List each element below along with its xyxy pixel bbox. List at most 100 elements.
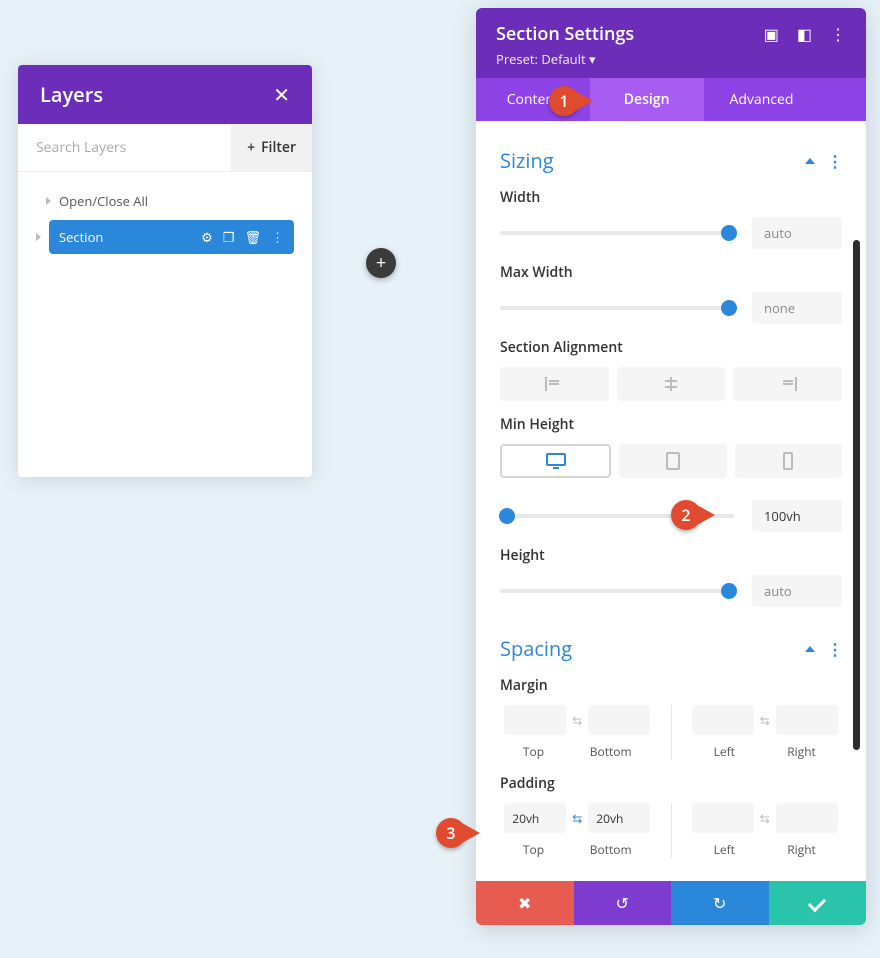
- cancel-button[interactable]: ✖: [476, 881, 574, 925]
- top-label: Top: [523, 841, 544, 858]
- callout-1: 1: [549, 86, 593, 116]
- layers-panel: Layers ✕ Filter Open/Close All Section ⚙…: [18, 65, 312, 477]
- height-input[interactable]: auto: [752, 575, 842, 607]
- align-center-button[interactable]: [617, 367, 726, 401]
- check-icon: [808, 894, 826, 912]
- width-input[interactable]: auto: [752, 217, 842, 249]
- search-input[interactable]: [18, 124, 231, 171]
- bottom-label: Bottom: [590, 841, 632, 858]
- max-width-input[interactable]: none: [752, 292, 842, 324]
- bottom-label: Bottom: [590, 743, 632, 760]
- padding-left-input[interactable]: [692, 803, 754, 833]
- tab-advanced[interactable]: Advanced: [704, 78, 867, 121]
- padding-right-input[interactable]: [776, 803, 838, 833]
- device-phone-button[interactable]: [735, 444, 842, 478]
- padding-bottom-input[interactable]: 20vh: [588, 803, 650, 833]
- chevron-right-icon: [46, 197, 51, 205]
- padding-top-input[interactable]: 20vh: [504, 803, 566, 833]
- spacing-header[interactable]: Spacing: [500, 635, 842, 662]
- open-close-all[interactable]: Open/Close All: [36, 184, 294, 220]
- duplicate-icon[interactable]: ❐: [223, 228, 235, 246]
- max-width-label: Max Width: [500, 263, 842, 282]
- right-label: Right: [787, 743, 816, 760]
- margin-bottom-input[interactable]: [588, 705, 650, 735]
- focus-icon[interactable]: ▣: [764, 23, 779, 45]
- open-close-label: Open/Close All: [59, 192, 148, 210]
- close-icon[interactable]: ✕: [273, 81, 290, 108]
- close-icon: ✖: [518, 892, 531, 914]
- responsive-segmented: [500, 444, 842, 478]
- more-icon[interactable]: [830, 23, 846, 45]
- chevron-up-icon[interactable]: [805, 158, 815, 164]
- layers-body: Open/Close All Section ⚙ ❐ 🗑: [18, 172, 312, 266]
- min-height-input[interactable]: 100vh: [752, 500, 842, 532]
- layers-title: Layers: [40, 81, 103, 108]
- alignment-segmented: [500, 367, 842, 401]
- link-icon[interactable]: ⇆: [572, 810, 582, 827]
- align-left-icon: [545, 377, 563, 391]
- settings-tabs: Content Design Advanced: [476, 78, 866, 121]
- more-icon[interactable]: [271, 228, 284, 246]
- sizing-header[interactable]: Sizing: [500, 147, 842, 174]
- add-section-button[interactable]: +: [366, 248, 396, 278]
- redo-button[interactable]: ↻: [671, 881, 769, 925]
- trash-icon[interactable]: 🗑: [244, 228, 261, 246]
- spacing-title: Spacing: [500, 635, 572, 662]
- undo-icon: ↺: [616, 892, 629, 914]
- slider-thumb[interactable]: [721, 583, 737, 599]
- alignment-label: Section Alignment: [500, 338, 842, 357]
- padding-label: Padding: [500, 774, 842, 793]
- link-icon[interactable]: ⇆: [760, 712, 770, 729]
- device-desktop-button[interactable]: [500, 444, 611, 478]
- columns-icon[interactable]: ◧: [797, 23, 812, 45]
- link-icon[interactable]: ⇆: [572, 712, 582, 729]
- align-right-button[interactable]: [733, 367, 842, 401]
- more-icon[interactable]: [827, 638, 842, 660]
- chevron-up-icon[interactable]: [805, 646, 815, 652]
- min-height-label: Min Height: [500, 415, 842, 434]
- chevron-right-icon[interactable]: [36, 233, 41, 241]
- phone-icon: [783, 452, 793, 470]
- layer-item-icons: ⚙ ❐ 🗑: [201, 228, 284, 246]
- tab-design[interactable]: Design: [590, 78, 704, 121]
- layers-header: Layers ✕: [18, 65, 312, 124]
- align-center-icon: [662, 377, 680, 391]
- preset-selector[interactable]: Preset: Default ▾: [496, 50, 846, 68]
- slider-thumb[interactable]: [499, 508, 515, 524]
- plus-icon: [247, 138, 255, 157]
- gear-icon[interactable]: ⚙: [201, 228, 213, 246]
- layer-item-section[interactable]: Section ⚙ ❐ 🗑: [49, 220, 294, 254]
- callout-2: 2: [671, 500, 715, 530]
- scrollbar-thumb[interactable]: [853, 240, 860, 750]
- slider-thumb[interactable]: [721, 225, 737, 241]
- top-label: Top: [523, 743, 544, 760]
- align-right-icon: [779, 377, 797, 391]
- chevron-down-icon: ▾: [589, 50, 596, 68]
- settings-title: Section Settings: [496, 22, 634, 46]
- filter-button[interactable]: Filter: [231, 124, 312, 171]
- plus-icon: +: [376, 251, 386, 275]
- margin-right-input[interactable]: [776, 705, 838, 735]
- device-tablet-button[interactable]: [619, 444, 726, 478]
- header-icons: ▣ ◧: [764, 23, 846, 45]
- layer-label: Section: [59, 228, 193, 246]
- right-label: Right: [787, 841, 816, 858]
- layers-searchbar: Filter: [18, 124, 312, 172]
- height-slider[interactable]: [500, 589, 734, 593]
- sizing-title: Sizing: [500, 147, 554, 174]
- left-label: Left: [714, 743, 735, 760]
- slider-thumb[interactable]: [721, 300, 737, 316]
- undo-button[interactable]: ↺: [574, 881, 672, 925]
- link-icon[interactable]: ⇆: [760, 810, 770, 827]
- width-slider[interactable]: [500, 231, 734, 235]
- margin-left-input[interactable]: [692, 705, 754, 735]
- save-button[interactable]: [769, 881, 867, 925]
- redo-icon: ↻: [713, 892, 726, 914]
- height-label: Height: [500, 546, 842, 565]
- max-width-slider[interactable]: [500, 306, 734, 310]
- align-left-button[interactable]: [500, 367, 609, 401]
- settings-panel: Section Settings ▣ ◧ Preset: Default ▾ C…: [476, 8, 866, 925]
- preset-label: Preset: Default: [496, 50, 586, 68]
- more-icon[interactable]: [827, 150, 842, 172]
- margin-top-input[interactable]: [504, 705, 566, 735]
